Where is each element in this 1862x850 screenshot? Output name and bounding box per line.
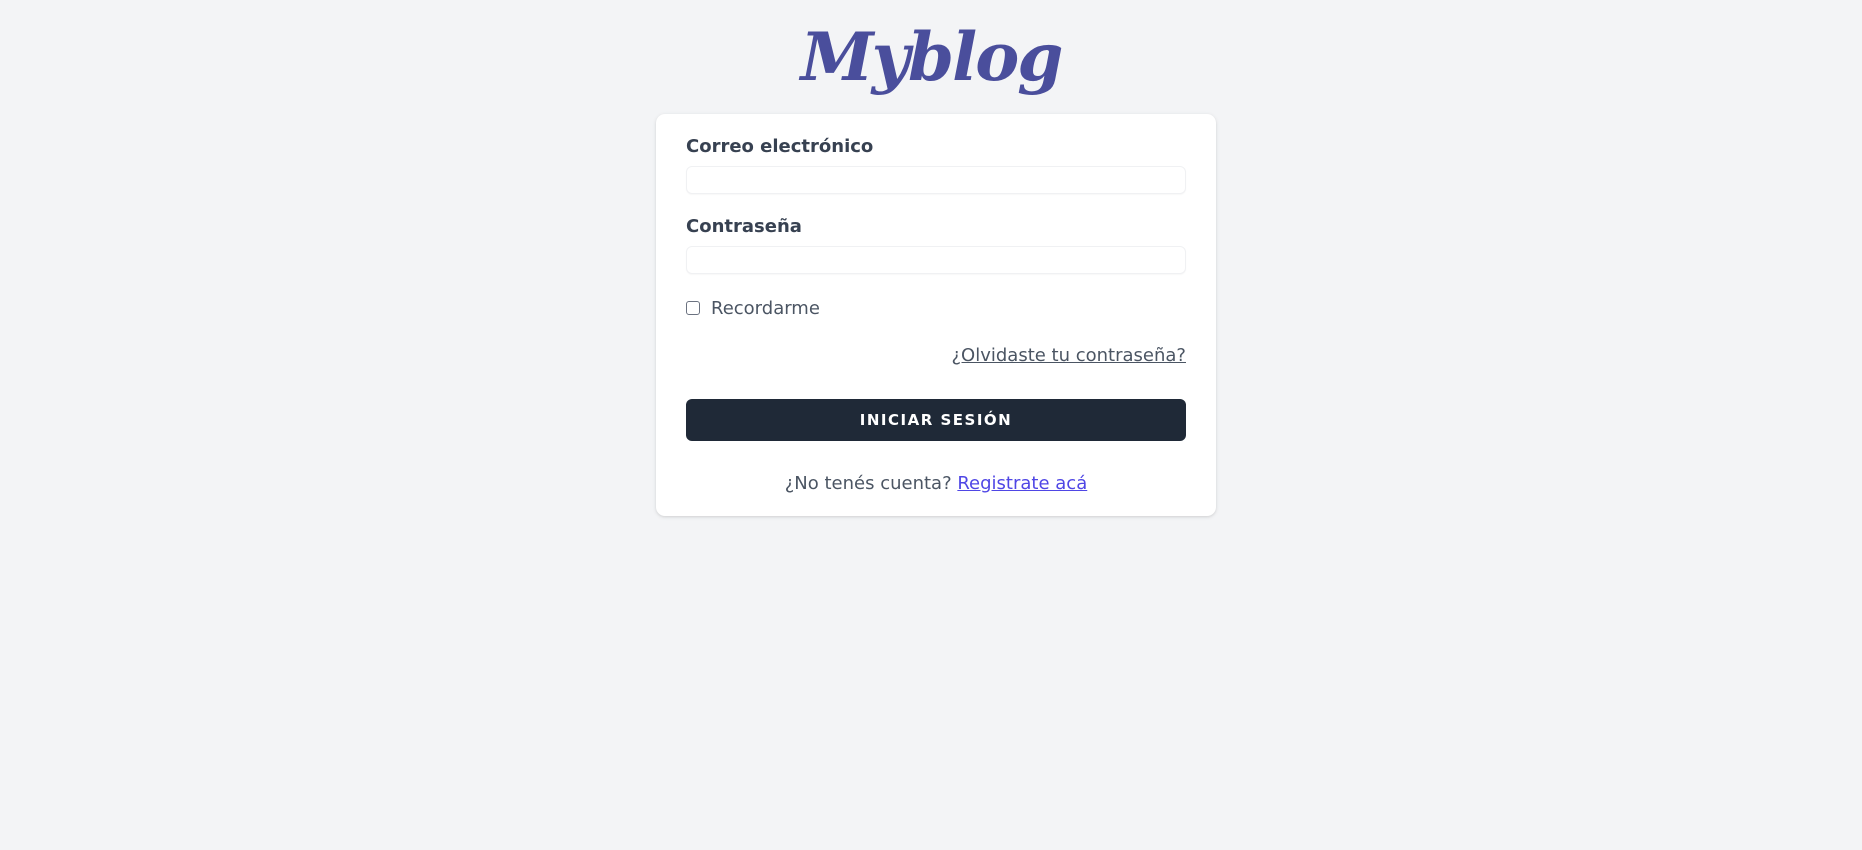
remember-me-checkbox[interactable] xyxy=(686,301,700,315)
remember-me-row[interactable]: Recordarme xyxy=(686,296,820,320)
login-button-label: INICIAR SESIÓN xyxy=(859,411,1013,429)
email-field[interactable] xyxy=(686,166,1186,194)
login-button[interactable]: INICIAR SESIÓN xyxy=(686,399,1186,441)
site-logo[interactable]: Myblog xyxy=(0,12,1862,102)
remember-me-label[interactable]: Recordarme xyxy=(711,298,820,319)
login-page: Myblog Correo electrónico Contraseña Rec… xyxy=(0,0,1862,850)
signup-link[interactable]: Registrate acá xyxy=(957,473,1087,494)
email-label: Correo electrónico xyxy=(686,136,874,157)
password-label: Contraseña xyxy=(686,216,802,237)
login-card: Correo electrónico Contraseña Recordarme… xyxy=(656,114,1216,516)
signup-prompt: ¿No tenés cuenta? xyxy=(784,473,958,494)
signup-row: ¿No tenés cuenta? Registrate acá xyxy=(656,472,1216,496)
forgot-password-link[interactable]: ¿Olvidaste tu contraseña? xyxy=(951,344,1186,368)
password-field[interactable] xyxy=(686,246,1186,274)
